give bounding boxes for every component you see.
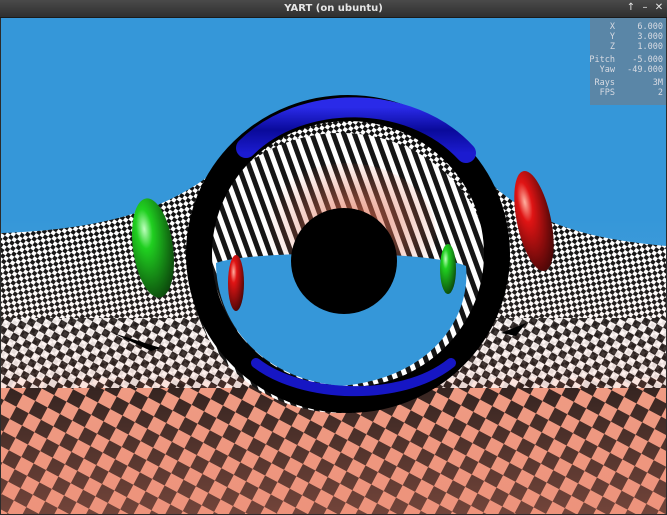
hud-row-yaw: Yaw -49.000 [599,65,663,75]
camera-hud: X 6.000 Y 3.000 Z 1.000 Pitch -5.000 Yaw -49.… [589,18,666,105]
maximize-button[interactable]: ↑ [625,2,637,14]
hud-row-x: X 6.000 [609,22,663,32]
red-reflection [228,255,244,311]
black-sphere [291,208,397,314]
hud-row-z: Z 1.000 [609,42,663,52]
raytraced-scene [1,18,666,514]
minimize-button[interactable]: – [639,2,651,14]
hud-row-rays: Rays 3M [594,78,663,88]
close-button[interactable]: ✕ [653,2,665,14]
window-title: YART (on ubuntu) [284,3,383,14]
app-window: YART (on ubuntu) ↑ – ✕ X 6.000 Y 3.000 Z… [0,0,667,515]
hud-row-fps: FPS 2 [599,88,663,98]
hud-row-y: Y 3.000 [609,32,663,42]
render-viewport[interactable]: X 6.000 Y 3.000 Z 1.000 Pitch -5.000 Yaw -49.… [1,18,666,514]
title-bar[interactable]: YART (on ubuntu) ↑ – ✕ [0,0,667,18]
hud-row-pitch: Pitch -5.000 [589,55,663,65]
green-reflection [440,244,456,294]
